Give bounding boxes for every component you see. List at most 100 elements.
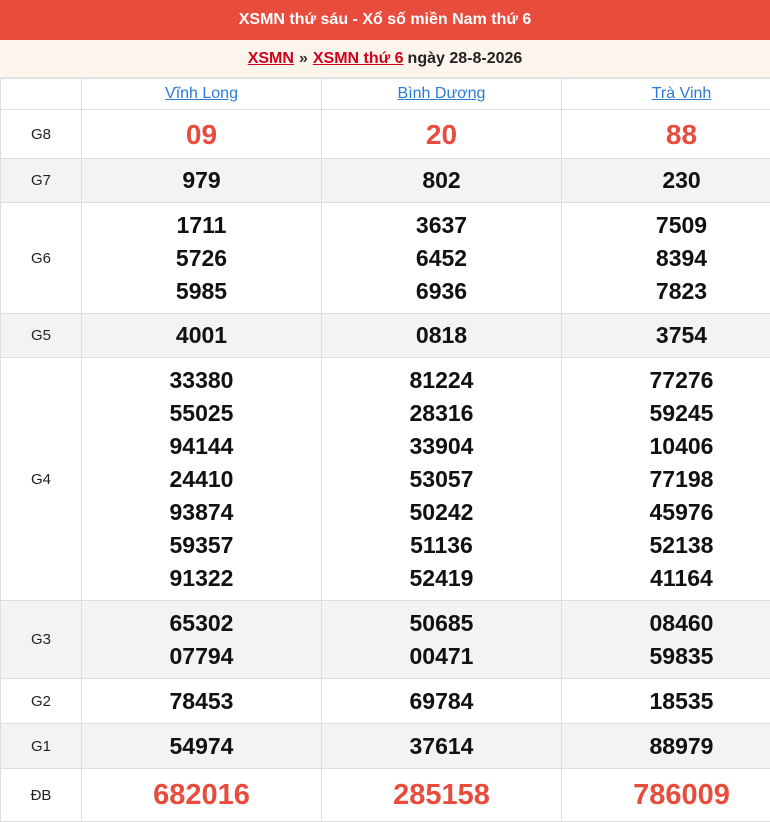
prize-cell: 37614 xyxy=(322,724,562,769)
prize-number: 69784 xyxy=(322,685,561,718)
prize-number: 37614 xyxy=(322,730,561,763)
prize-label: ĐB xyxy=(1,769,82,822)
prize-number: 28316 xyxy=(322,397,561,430)
prize-number: 285158 xyxy=(322,779,561,812)
prize-cell: 20 xyxy=(322,110,562,159)
prize-number: 93874 xyxy=(82,496,321,529)
prize-label: G5 xyxy=(1,314,82,358)
prize-number: 88 xyxy=(562,118,770,151)
province-row: Vĩnh Long Bình Dương Trà Vinh xyxy=(1,79,770,110)
prize-number: 33904 xyxy=(322,430,561,463)
prize-cell: 69784 xyxy=(322,679,562,724)
prize-row-g1: G1549743761488979 xyxy=(1,724,770,769)
draw-date: ngày 28-8-2026 xyxy=(408,50,523,68)
breadcrumb-link-xsmn-thu-6[interactable]: XSMN thứ 6 xyxy=(313,50,404,68)
prize-number: 0818 xyxy=(322,319,561,352)
prize-number: 4001 xyxy=(82,319,321,352)
prize-cell: 171157265985 xyxy=(82,203,322,314)
prize-number: 1711 xyxy=(82,209,321,242)
prize-cell: 750983947823 xyxy=(562,203,770,314)
prize-number: 3754 xyxy=(562,319,770,352)
prize-cell: 54974 xyxy=(82,724,322,769)
prize-number: 786009 xyxy=(562,779,770,812)
prize-number: 65302 xyxy=(82,607,321,640)
prize-number: 7823 xyxy=(562,275,770,308)
results-table: Vĩnh Long Bình Dương Trà Vinh G8092088G7… xyxy=(0,78,770,822)
prize-label: G7 xyxy=(1,159,82,203)
breadcrumb-separator: » xyxy=(299,50,308,68)
prize-number: 59835 xyxy=(562,640,770,673)
prize-cell: 0818 xyxy=(322,314,562,358)
prize-row-g3: G3653020779450685004710846059835 xyxy=(1,601,770,679)
prize-number: 20 xyxy=(322,118,561,151)
prize-number: 7509 xyxy=(562,209,770,242)
prize-number: 50685 xyxy=(322,607,561,640)
prize-number: 802 xyxy=(322,164,561,197)
prize-number: 54974 xyxy=(82,730,321,763)
breadcrumb: XSMN » XSMN thứ 6 ngày 28-8-2026 xyxy=(0,40,770,78)
prize-number: 5985 xyxy=(82,275,321,308)
prize-cell: 363764526936 xyxy=(322,203,562,314)
prize-number: 00471 xyxy=(322,640,561,673)
prize-cell: 230 xyxy=(562,159,770,203)
prize-row-g4: G433380550259414424410938745935791322812… xyxy=(1,358,770,601)
prize-number: 979 xyxy=(82,164,321,197)
prize-cell: 6530207794 xyxy=(82,601,322,679)
prize-label: G8 xyxy=(1,110,82,159)
prize-number: 52138 xyxy=(562,529,770,562)
province-link-binh-duong[interactable]: Bình Dương xyxy=(398,85,486,102)
prize-number: 81224 xyxy=(322,364,561,397)
prize-number: 09 xyxy=(82,118,321,151)
prize-cell: 786009 xyxy=(562,769,770,822)
prize-number: 88979 xyxy=(562,730,770,763)
prize-cell: 88 xyxy=(562,110,770,159)
prize-cell: 682016 xyxy=(82,769,322,822)
province-link-tra-vinh[interactable]: Trà Vinh xyxy=(652,85,712,102)
prize-number: 77198 xyxy=(562,463,770,496)
prize-row-g8: G8092088 xyxy=(1,110,770,159)
prize-cell: 0846059835 xyxy=(562,601,770,679)
prize-number: 59357 xyxy=(82,529,321,562)
prize-cell: 77276592451040677198459765213841164 xyxy=(562,358,770,601)
prize-label: G6 xyxy=(1,203,82,314)
province-link-vinh-long[interactable]: Vĩnh Long xyxy=(165,85,238,102)
prize-row-g6: G6171157265985363764526936750983947823 xyxy=(1,203,770,314)
prize-cell: 4001 xyxy=(82,314,322,358)
prize-number: 10406 xyxy=(562,430,770,463)
prize-label: G3 xyxy=(1,601,82,679)
prize-cell: 285158 xyxy=(322,769,562,822)
prize-cell: 802 xyxy=(322,159,562,203)
prize-cell: 81224283163390453057502425113652419 xyxy=(322,358,562,601)
prize-row-g7: G7979802230 xyxy=(1,159,770,203)
prize-cell: 979 xyxy=(82,159,322,203)
prize-label: G2 xyxy=(1,679,82,724)
prize-cell: 09 xyxy=(82,110,322,159)
prize-cell: 88979 xyxy=(562,724,770,769)
prize-number: 07794 xyxy=(82,640,321,673)
prize-row-db: ĐB682016285158786009 xyxy=(1,769,770,822)
prize-number: 230 xyxy=(562,164,770,197)
breadcrumb-link-xsmn[interactable]: XSMN xyxy=(248,50,294,68)
prize-cell: 5068500471 xyxy=(322,601,562,679)
prize-label: G4 xyxy=(1,358,82,601)
page-header: XSMN thứ sáu - Xổ số miền Nam thứ 6 xyxy=(0,0,770,40)
prize-number: 91322 xyxy=(82,562,321,595)
prize-number: 55025 xyxy=(82,397,321,430)
prize-number: 24410 xyxy=(82,463,321,496)
prize-number: 5726 xyxy=(82,242,321,275)
prize-number: 51136 xyxy=(322,529,561,562)
prize-number: 6936 xyxy=(322,275,561,308)
prize-row-g5: G5400108183754 xyxy=(1,314,770,358)
prize-number: 6452 xyxy=(322,242,561,275)
corner-cell xyxy=(1,79,82,110)
prize-number: 78453 xyxy=(82,685,321,718)
prize-number: 59245 xyxy=(562,397,770,430)
prize-number: 682016 xyxy=(82,779,321,812)
prize-number: 53057 xyxy=(322,463,561,496)
prize-cell: 3754 xyxy=(562,314,770,358)
prize-number: 08460 xyxy=(562,607,770,640)
prize-number: 33380 xyxy=(82,364,321,397)
prize-number: 41164 xyxy=(562,562,770,595)
prize-number: 18535 xyxy=(562,685,770,718)
prize-cell: 18535 xyxy=(562,679,770,724)
